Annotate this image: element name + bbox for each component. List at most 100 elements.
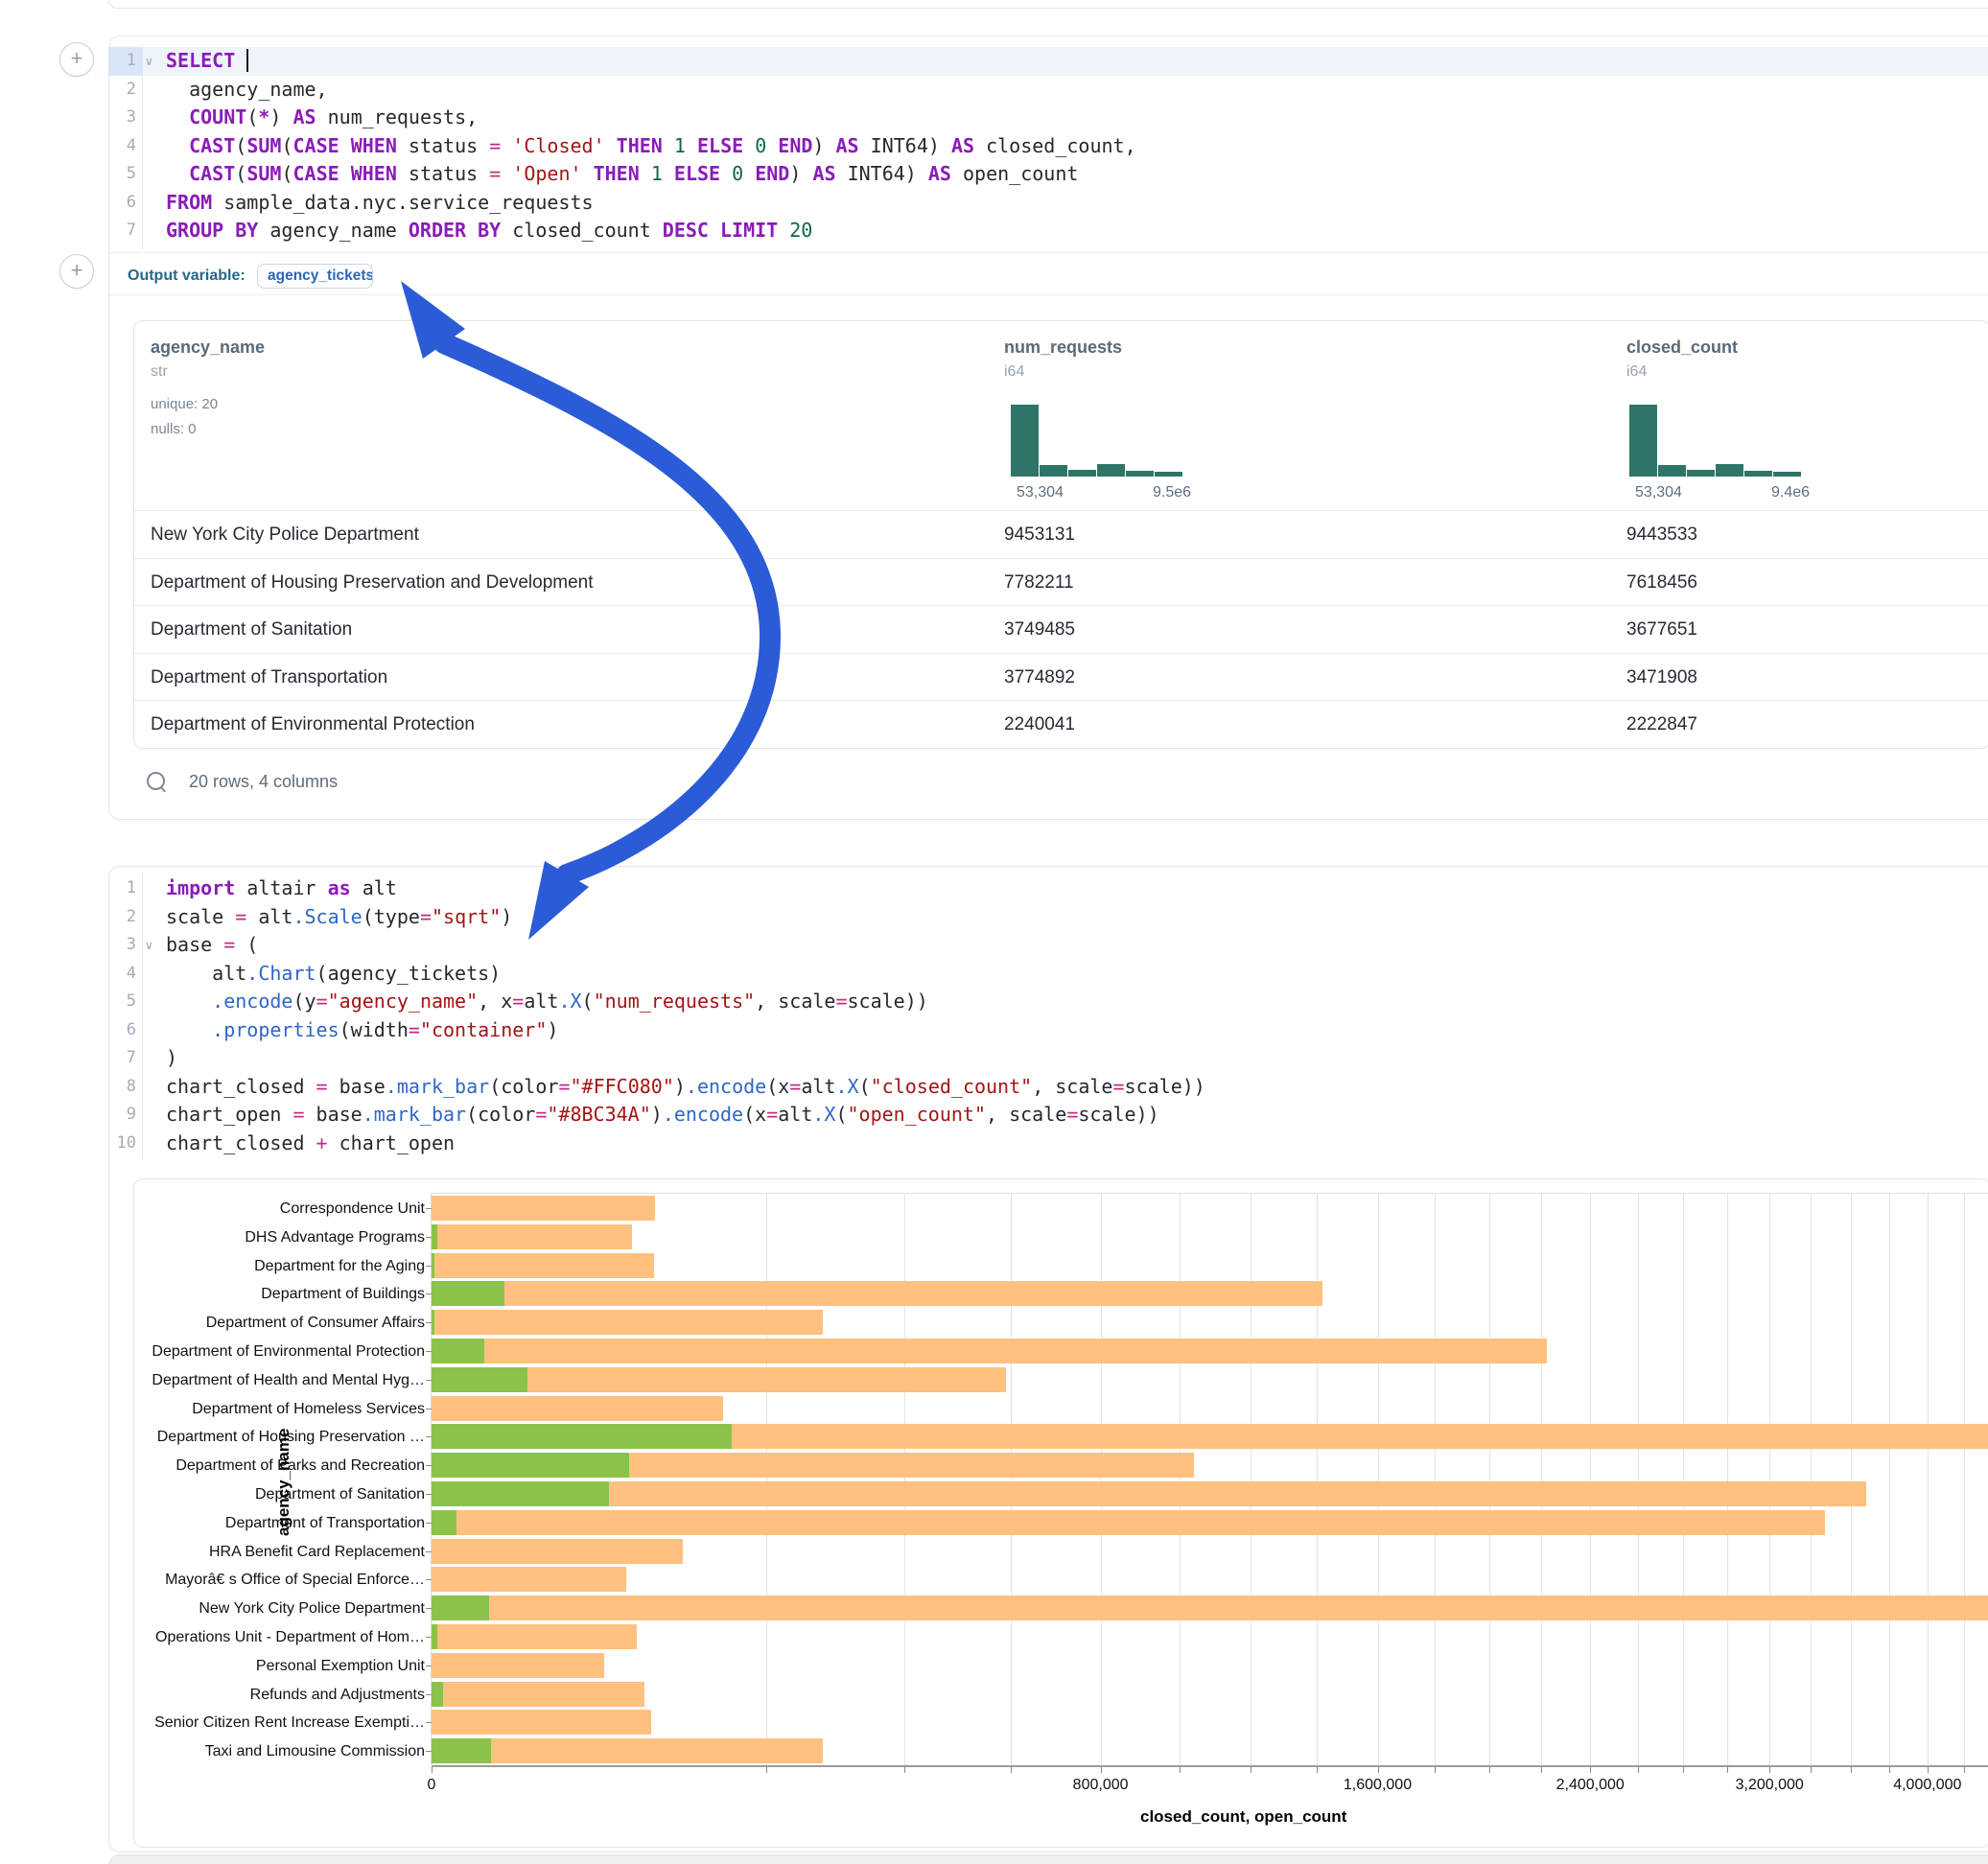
code-token: =: [235, 905, 246, 928]
code-token: .X: [835, 1075, 858, 1098]
chart-bar-row: [432, 1480, 1988, 1508]
code-token: SUM: [246, 162, 281, 185]
chart-bar-row: [432, 1622, 1988, 1651]
chart-bar-open_count: [432, 1367, 527, 1392]
code-token: [709, 219, 720, 242]
y-axis-tick: [426, 1608, 432, 1609]
python-code-editor[interactable]: 1import altair as alt2scale = alt.Scale(…: [109, 874, 1988, 1157]
table-cell: Department of Environmental Protection: [151, 714, 475, 735]
code-token: 20: [789, 219, 812, 242]
code-text: alt.Chart(agency_tickets): [166, 960, 501, 989]
code-token: base: [166, 933, 223, 956]
y-axis-tick: [426, 1237, 432, 1238]
table-cell: New York City Police Department: [151, 524, 419, 546]
search-icon[interactable]: [147, 772, 165, 790]
chart-bar-closed_count: [432, 1339, 1547, 1363]
x-axis-tick: [1101, 1767, 1102, 1773]
sql-code-line: 3 COUNT(*) AS num_requests,: [109, 104, 1988, 132]
code-token: (x: [743, 1103, 766, 1126]
code-token: [166, 990, 212, 1013]
chart-bar-row: [432, 1223, 1988, 1251]
column-header[interactable]: agency_name: [151, 338, 265, 358]
code-token: [778, 219, 789, 242]
code-token: chart_closed: [166, 1075, 316, 1098]
code-token: alt: [166, 962, 246, 985]
fold-chevron-icon[interactable]: ∨: [145, 932, 153, 961]
chart-bar-open_count: [432, 1224, 437, 1249]
code-token: ): [789, 162, 812, 185]
x-axis-tick: [1590, 1767, 1591, 1773]
table-row[interactable]: Department of Environmental Protection22…: [134, 700, 1988, 749]
code-token: [743, 162, 755, 185]
code-token: ): [501, 905, 512, 928]
code-token: "closed_count": [871, 1075, 1033, 1098]
sql-code-line: 1∨SELECT: [109, 47, 1988, 76]
y-axis-label: Department of Health and Mental Hyg…: [137, 1372, 425, 1389]
y-axis-tick: [426, 1694, 432, 1695]
histogram-bar: [1629, 405, 1657, 477]
code-token: [766, 134, 778, 157]
chart-bar-row: [432, 1565, 1988, 1594]
y-axis-tick: [426, 1208, 432, 1209]
column-histogram[interactable]: [1629, 405, 1802, 477]
altair-chart: Correspondence UnitDHS Advantage Program…: [133, 1178, 1988, 1848]
column-histogram[interactable]: [1011, 405, 1183, 477]
y-axis-label: HRA Benefit Card Replacement: [137, 1544, 425, 1561]
line-number: 6: [109, 1016, 136, 1045]
code-token: AS: [928, 162, 951, 185]
fold-chevron-icon[interactable]: ∨: [145, 48, 153, 77]
code-token: =: [1112, 1075, 1124, 1098]
histogram-bar: [1040, 465, 1067, 477]
x-axis-tick: [1638, 1767, 1639, 1773]
chart-bar-row: [432, 1394, 1988, 1423]
y-axis-tick: [426, 1494, 432, 1495]
table-cell: Department of Sanitation: [151, 619, 352, 641]
add-cell-button[interactable]: +: [59, 254, 94, 289]
table-row[interactable]: Department of Housing Preservation and D…: [134, 558, 1988, 607]
gutter-separator: [142, 44, 143, 249]
column-header[interactable]: num_requests: [1004, 338, 1122, 358]
code-token: 1: [651, 162, 663, 185]
code-token: alt: [778, 1103, 812, 1126]
table-cell: 9453131: [1004, 524, 1075, 546]
code-text: chart_closed + chart_open: [166, 1130, 455, 1158]
code-token: [235, 49, 246, 72]
code-token: (color: [466, 1103, 535, 1126]
code-token: AS: [951, 134, 974, 157]
chart-bar-open_count: [432, 1424, 732, 1449]
output-variable-pill[interactable]: agency_tickets: [257, 264, 373, 289]
table-row[interactable]: New York City Police Department945313194…: [134, 510, 1988, 559]
code-token: "num_requests": [594, 990, 756, 1013]
chart-bar-closed_count: [432, 1396, 723, 1421]
column-header[interactable]: closed_count: [1626, 338, 1738, 358]
code-token: WHEN: [351, 162, 397, 185]
add-cell-button[interactable]: +: [59, 42, 94, 77]
line-number: 7: [109, 1044, 136, 1073]
code-text: scale = alt.Scale(type="sqrt"): [166, 903, 512, 932]
code-token: GROUP BY: [166, 219, 258, 242]
code-token: COUNT: [189, 105, 246, 128]
code-token: =: [489, 134, 501, 157]
table-row[interactable]: Department of Sanitation37494853677651: [134, 605, 1988, 654]
code-token: END: [755, 162, 789, 185]
code-token: (color: [489, 1075, 558, 1098]
chart-bar-closed_count: [432, 1653, 604, 1678]
code-token: 'Closed': [512, 134, 604, 157]
code-token: =: [835, 990, 847, 1013]
code-text: base = (: [166, 931, 258, 960]
code-token: AS: [836, 134, 859, 157]
code-token: THEN: [594, 162, 640, 185]
code-token: =: [489, 162, 501, 185]
y-axis-label: Personal Exemption Unit: [137, 1658, 425, 1675]
sql-code-line: 4 CAST(SUM(CASE WHEN status = 'Closed' T…: [109, 132, 1988, 161]
code-token: =: [292, 1103, 304, 1126]
python-code-line: 2scale = alt.Scale(type="sqrt"): [109, 903, 1988, 932]
chart-bar-open_count: [432, 1682, 443, 1707]
result-table: agency_namestrunique: 20nulls: 0num_requ…: [133, 320, 1988, 749]
column-stat: unique: 20: [151, 396, 218, 412]
code-text: COUNT(*) AS num_requests,: [166, 104, 478, 132]
code-token: =: [409, 1018, 420, 1041]
table-row[interactable]: Department of Transportation377489234719…: [134, 653, 1988, 702]
y-axis-tick: [426, 1722, 432, 1723]
sql-code-editor[interactable]: 1∨SELECT 2 agency_name,3 COUNT(*) AS num…: [109, 47, 1988, 245]
